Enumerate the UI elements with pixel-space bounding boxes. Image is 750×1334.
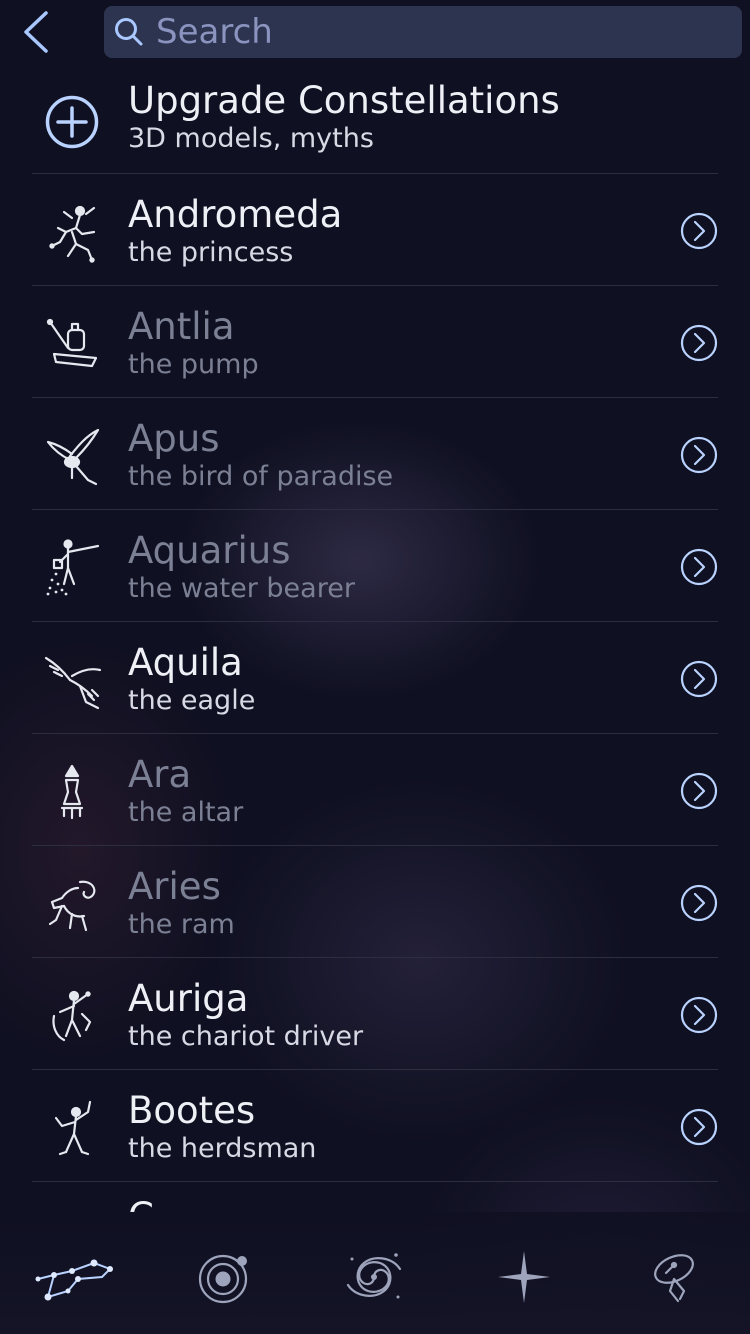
chevron-right-circle-icon[interactable] bbox=[680, 884, 718, 922]
chevron-right-circle-icon[interactable] bbox=[680, 324, 718, 362]
apus-icon bbox=[40, 426, 104, 490]
list-item-aquarius[interactable]: Aquarius the water bearer bbox=[32, 510, 718, 622]
chevron-right-circle-icon[interactable] bbox=[680, 212, 718, 250]
auriga-icon bbox=[40, 986, 104, 1050]
list-item-auriga[interactable]: Auriga the chariot driver bbox=[32, 958, 718, 1070]
tab-planets[interactable] bbox=[185, 1242, 265, 1312]
constellation-description: the water bearer bbox=[128, 573, 355, 604]
constellation-name: Auriga bbox=[128, 977, 249, 1020]
constellation-name: Aries bbox=[128, 865, 221, 908]
chevron-right-circle-icon[interactable] bbox=[680, 548, 718, 586]
constellation-list: Upgrade Constellations 3D models, myths bbox=[0, 62, 750, 1212]
chevron-right-circle-icon[interactable] bbox=[680, 1108, 718, 1146]
chevron-right-circle-icon[interactable] bbox=[680, 660, 718, 698]
andromeda-icon bbox=[40, 202, 104, 266]
list-item-ara[interactable]: Ara the altar bbox=[32, 734, 718, 846]
aries-icon bbox=[40, 874, 104, 938]
constellation-icon bbox=[35, 1259, 113, 1301]
plus-circle-icon bbox=[40, 90, 104, 154]
constellation-description: the herdsman bbox=[128, 1133, 317, 1164]
list-item-antlia[interactable]: Antlia the pump bbox=[32, 286, 718, 398]
list-item-apus[interactable]: Apus the bird of paradise bbox=[32, 398, 718, 510]
constellation-description: the eagle bbox=[128, 685, 256, 716]
aquila-icon bbox=[40, 650, 104, 714]
bootes-icon bbox=[40, 1098, 104, 1162]
list-item-aquila[interactable]: Aquila the eagle bbox=[32, 622, 718, 734]
constellation-name: Ara bbox=[128, 753, 192, 796]
constellation-name: Antlia bbox=[128, 305, 235, 348]
constellation-description: the princess bbox=[128, 237, 294, 268]
app-root: Upgrade Constellations 3D models, myths bbox=[0, 0, 750, 1334]
constellation-description: the chariot driver bbox=[128, 1021, 364, 1052]
aquarius-icon bbox=[40, 538, 104, 602]
antlia-icon bbox=[40, 314, 104, 378]
chevron-right-circle-icon[interactable] bbox=[680, 772, 718, 810]
constellation-description: the bird of paradise bbox=[128, 461, 394, 492]
satellite-icon bbox=[654, 1254, 694, 1303]
back-button[interactable] bbox=[14, 6, 58, 58]
tab-stars[interactable] bbox=[484, 1242, 564, 1312]
search-bar[interactable] bbox=[104, 6, 742, 58]
chevron-right-circle-icon[interactable] bbox=[680, 996, 718, 1034]
constellation-name: Aquila bbox=[128, 641, 243, 684]
tab-deep-sky[interactable] bbox=[334, 1242, 414, 1312]
constellation-name: Aquarius bbox=[128, 529, 291, 572]
search-input[interactable] bbox=[156, 6, 736, 58]
list-item-andromeda[interactable]: Andromeda the princess bbox=[32, 174, 718, 286]
constellation-name: Andromeda bbox=[128, 193, 343, 236]
list-item-partial[interactable]: C… bbox=[32, 1182, 718, 1212]
tab-satellites[interactable] bbox=[634, 1242, 714, 1312]
list-item-aries[interactable]: Aries the ram bbox=[32, 846, 718, 958]
constellation-description: the pump bbox=[128, 349, 259, 380]
chevron-right-circle-icon[interactable] bbox=[680, 436, 718, 474]
star-icon bbox=[498, 1251, 550, 1303]
upgrade-subtitle: 3D models, myths bbox=[128, 123, 374, 154]
upgrade-title: Upgrade Constellations bbox=[128, 79, 560, 122]
galaxy-icon bbox=[346, 1253, 402, 1299]
constellation-name: Apus bbox=[128, 417, 220, 460]
planet-orbit-icon bbox=[198, 1254, 248, 1304]
upgrade-constellations-row[interactable]: Upgrade Constellations 3D models, myths bbox=[32, 62, 718, 174]
constellation-description: the ram bbox=[128, 909, 235, 940]
list-item-bootes[interactable]: Bootes the herdsman bbox=[32, 1070, 718, 1182]
chevron-left-icon bbox=[24, 11, 48, 53]
search-icon bbox=[115, 18, 143, 46]
constellation-name: Bootes bbox=[128, 1089, 256, 1132]
constellation-description: the altar bbox=[128, 797, 244, 828]
ara-icon bbox=[40, 762, 104, 826]
tab-constellations[interactable] bbox=[34, 1242, 114, 1312]
tab-bar bbox=[0, 1212, 750, 1334]
constellation-name: C… bbox=[128, 1194, 191, 1212]
